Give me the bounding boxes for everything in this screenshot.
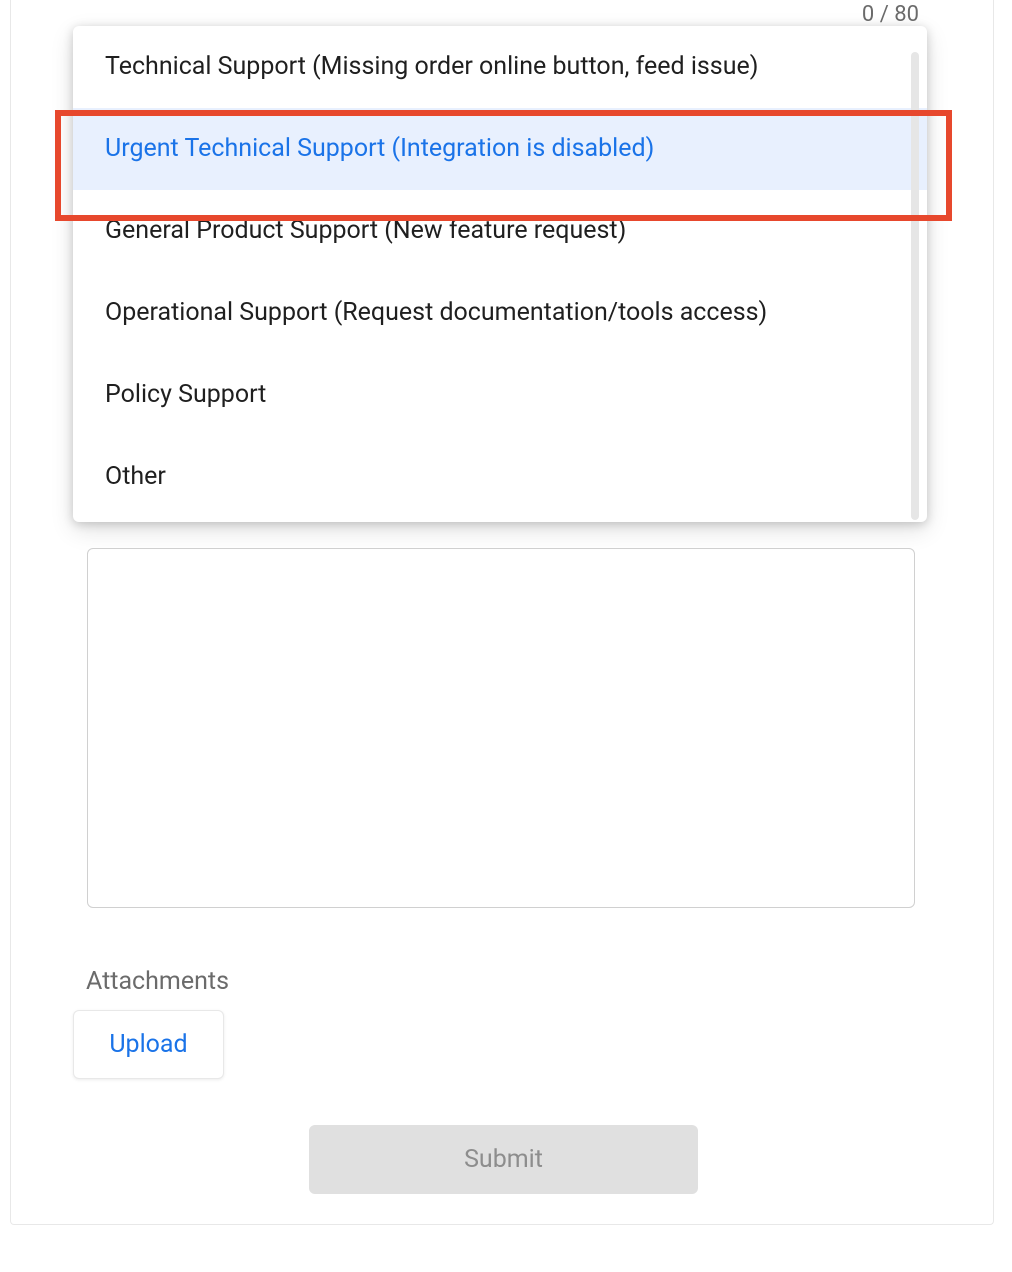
- dropdown-scrollbar[interactable]: [911, 52, 919, 520]
- dropdown-option-urgent-technical-support[interactable]: Urgent Technical Support (Integration is…: [73, 108, 927, 190]
- dropdown-option-policy-support[interactable]: Policy Support: [73, 354, 927, 436]
- dropdown-scroll[interactable]: Technical Support (Missing order online …: [73, 26, 927, 522]
- issue-type-dropdown[interactable]: Technical Support (Missing order online …: [73, 26, 927, 522]
- upload-button[interactable]: Upload: [73, 1010, 224, 1079]
- form-panel: 0 / 80 Technical Support (Missing order …: [10, 0, 994, 1225]
- attachments-label: Attachments: [86, 967, 229, 996]
- submit-button[interactable]: Submit: [309, 1125, 698, 1194]
- dropdown-option-general-product-support[interactable]: General Product Support (New feature req…: [73, 190, 927, 272]
- description-textarea[interactable]: [87, 548, 915, 908]
- dropdown-option-other[interactable]: Other: [73, 436, 927, 518]
- dropdown-option-technical-support[interactable]: Technical Support (Missing order online …: [73, 26, 927, 108]
- dropdown-option-operational-support[interactable]: Operational Support (Request documentati…: [73, 272, 927, 354]
- character-counter: 0 / 80: [862, 2, 919, 27]
